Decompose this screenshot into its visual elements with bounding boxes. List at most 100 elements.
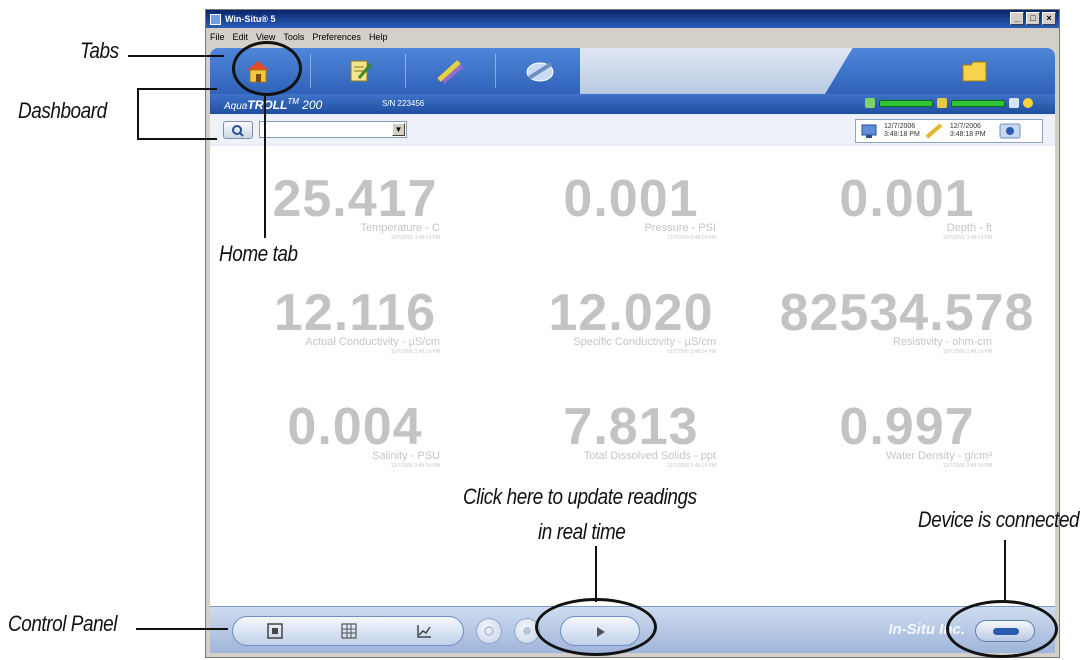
app-icon	[210, 13, 221, 25]
signal-icon	[865, 98, 875, 108]
tab-calibration[interactable]	[410, 52, 490, 90]
window-controls: _ □ ×	[1010, 12, 1056, 25]
alarm-bell-icon	[1023, 98, 1033, 108]
callout-tabs: Tabs	[80, 38, 119, 63]
callout-connected-oval	[946, 600, 1058, 658]
parameter-view-icon[interactable]	[267, 623, 283, 639]
reading-pressure: 0.001 Pressure - PSI 12/7/2006 3:48:14 P…	[496, 172, 766, 241]
tab-separator	[495, 54, 496, 88]
dashboard: AquaTROLLTM 200 S/N 223456 ▼ 12/7/2006 3…	[210, 94, 1055, 146]
reading-label: Actual Conductivity - µS/cm	[305, 336, 440, 348]
reading-value: 0.997	[839, 398, 975, 456]
menu-preferences[interactable]: Preferences	[312, 32, 361, 42]
reading-value: 12.116	[273, 284, 437, 342]
logging-icon	[526, 62, 554, 82]
reading-value: 0.001	[563, 170, 699, 228]
reading-depth: 0.001 Depth - ft 12/7/2006 3:48:14 PM	[772, 172, 1042, 241]
reading-actual-conductivity: 12.116 Actual Conductivity - µS/cm 12/7/…	[220, 286, 490, 355]
title-bar: Win-Situ® 5 _ □ ×	[206, 10, 1059, 28]
tab-bar	[210, 48, 1055, 94]
callout-update-line1: Click here to update readings	[463, 484, 697, 509]
device-strip: AquaTROLLTM 200 S/N 223456	[210, 94, 1055, 114]
graph-view-icon[interactable]	[416, 623, 432, 639]
tab-separator	[405, 54, 406, 88]
reading-value: 7.813	[563, 398, 699, 456]
device-select[interactable]: ▼	[259, 121, 407, 138]
close-button[interactable]: ×	[1042, 12, 1056, 25]
tab-separator	[310, 54, 311, 88]
callout-home-tab: Home tab	[219, 241, 298, 266]
reading-timestamp: 12/7/2006 3:48:14 PM	[666, 235, 716, 241]
serial-number: S/N 223456	[382, 99, 425, 108]
device-time-value: 3:48:18 PM	[949, 131, 986, 138]
status-indicators	[865, 98, 1033, 108]
settings-round-button[interactable]	[476, 618, 502, 644]
minimize-button[interactable]: _	[1010, 12, 1024, 25]
callout-home-oval	[232, 41, 302, 96]
reading-timestamp: 12/7/2006 3:48:14 PM	[942, 349, 992, 355]
pc-time: 12/7/2006 3:48:18 PM	[884, 123, 920, 139]
chevron-down-icon[interactable]: ▼	[392, 123, 405, 136]
device-date: 12/7/2006	[949, 123, 981, 130]
sync-clock-icon[interactable]	[999, 123, 1021, 139]
callout-connected: Device is connected	[918, 507, 1080, 532]
reading-water-density: 0.997 Water Density - g/cm³ 12/7/2006 3:…	[772, 400, 1042, 469]
reading-label: Total Dissolved Solids - ppt	[583, 450, 716, 462]
menu-file[interactable]: File	[210, 32, 225, 42]
callout-update-line2: in real time	[538, 519, 626, 544]
reading-temperature: 25.417 Temperature - C 12/7/2006 3:48:14…	[220, 172, 490, 241]
reading-label: Specific Conductivity - µS/cm	[573, 336, 716, 348]
callout-control-panel: Control Panel	[8, 611, 118, 636]
dashboard-toolbar: ▼ 12/7/2006 3:48:18 PM 12/7/2006 3:48:18…	[210, 116, 1055, 144]
device-clock-icon	[925, 123, 943, 139]
view-toggle-group	[232, 616, 464, 646]
reading-salinity: 0.004 Salinity - PSU 12/7/2006 3:48:14 P…	[220, 400, 490, 469]
callout-update-oval	[535, 598, 657, 656]
maximize-button[interactable]: □	[1026, 12, 1040, 25]
reading-timestamp: 12/7/2006 3:48:14 PM	[666, 463, 716, 469]
menu-tools[interactable]: Tools	[283, 32, 304, 42]
reading-timestamp: 12/7/2006 3:48:14 PM	[942, 463, 992, 469]
callout-dashboard-bracket	[137, 88, 139, 140]
clock-panel: 12/7/2006 3:48:18 PM 12/7/2006 3:48:18 P…	[855, 119, 1043, 143]
device-name: AquaTROLLTM 200	[224, 97, 322, 112]
pc-time-value: 3:48:18 PM	[884, 131, 920, 138]
reading-value: 0.001	[839, 170, 975, 228]
callout-dashboard-bracket-top	[137, 88, 217, 90]
reading-value: 25.417	[272, 170, 438, 228]
tab-data[interactable]	[935, 52, 1015, 90]
callout-dashboard-bracket-bottom	[137, 138, 217, 140]
gear-icon	[484, 626, 494, 636]
reading-label: Water Density - g/cm³	[886, 450, 992, 462]
device-time: 12/7/2006 3:48:18 PM	[950, 123, 986, 139]
reading-value: 12.020	[548, 284, 714, 342]
grid-view-icon[interactable]	[341, 623, 357, 639]
callout-dashboard: Dashboard	[18, 98, 107, 123]
tab-logging[interactable]	[500, 52, 580, 90]
app-window: Win-Situ® 5 _ □ × File Edit View Tools P…	[205, 9, 1060, 658]
power-icon	[937, 98, 947, 108]
reading-timestamp: 12/7/2006 3:48:14 PM	[942, 235, 992, 241]
callout-update-line	[595, 546, 597, 602]
device-name-prefix: Aqua	[224, 101, 248, 112]
sites-notepad-icon	[350, 60, 373, 82]
folder-area	[825, 48, 1055, 94]
reading-tds: 7.813 Total Dissolved Solids - ppt 12/7/…	[496, 400, 766, 469]
reading-value: 0.004	[287, 398, 423, 456]
menu-edit[interactable]: Edit	[233, 32, 249, 42]
callout-control-panel-line	[136, 628, 228, 630]
tab-sites[interactable]	[320, 52, 400, 90]
reading-timestamp: 12/7/2006 3:48:14 PM	[390, 463, 440, 469]
device-tm: TM	[287, 97, 299, 106]
memory-icon	[1009, 98, 1019, 108]
pc-date: 12/7/2006	[884, 123, 916, 130]
callout-home-line	[264, 96, 266, 238]
connect-search-button[interactable]	[223, 121, 253, 139]
pc-battery-bar	[951, 99, 1005, 107]
callout-connected-line	[1004, 540, 1006, 602]
menu-bar: File Edit View Tools Preferences Help	[206, 28, 1059, 46]
calibration-icon	[437, 60, 464, 84]
menu-help[interactable]: Help	[369, 32, 388, 42]
reading-timestamp: 12/7/2006 3:48:14 PM	[666, 349, 716, 355]
readings-panel: 25.417 Temperature - C 12/7/2006 3:48:14…	[210, 146, 1055, 606]
